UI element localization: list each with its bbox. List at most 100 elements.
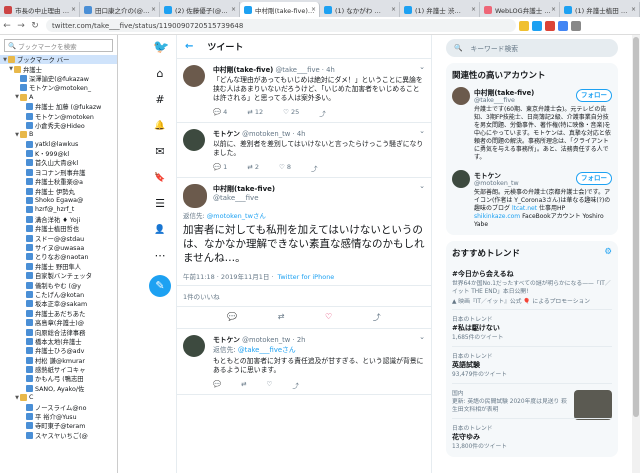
bookmark-item[interactable]: ヨコナン刑事弁護 — [0, 168, 117, 177]
tweet-item[interactable]: モトケン @motoken_tw · 2h ⌄ 返信先: @take___fiv… — [177, 329, 431, 395]
bookmark-item[interactable]: 弁護士 加藤 (@fukazw — [0, 102, 117, 111]
bookmark-item[interactable]: 弁護士 伊勢丸 — [0, 186, 117, 196]
bookmark-item[interactable]: 自家製バンチェッタ — [0, 271, 117, 280]
retweet-button[interactable]: ⇄ 12 — [247, 108, 263, 118]
reply-to-link[interactable]: @take___fiveさん — [238, 346, 296, 354]
extension-icon[interactable] — [532, 20, 542, 31]
bookmark-item[interactable]: サイヌ@uwasaa — [0, 243, 117, 252]
browser-tab[interactable]: 市長の中止理由 … × — [0, 2, 80, 17]
trend-thumbnail[interactable] — [574, 390, 612, 420]
extension-icon[interactable] — [558, 20, 568, 31]
browser-tab[interactable]: WebLOG弁護士 … × — [480, 2, 560, 17]
close-icon[interactable]: × — [471, 6, 476, 13]
forward-icon[interactable]: → — [14, 21, 28, 31]
bookmark-item[interactable]: 村松 謙@kmurar — [0, 356, 117, 365]
avatar[interactable] — [183, 184, 207, 208]
bookmark-item[interactable]: 弁護士 野田隼人 — [0, 262, 117, 271]
extension-icon[interactable] — [545, 20, 555, 31]
share-icon[interactable]: ⤴ — [319, 108, 326, 118]
share-icon[interactable]: ⤴ — [311, 163, 318, 173]
notifications-icon[interactable]: 🔔 — [153, 119, 167, 133]
avatar[interactable] — [183, 129, 205, 151]
scrollbar-thumb[interactable] — [633, 37, 639, 417]
close-icon[interactable]: × — [71, 6, 76, 13]
profile-icon[interactable]: 👤 — [153, 223, 167, 237]
bookmark-item[interactable]: 弁護士ひろ@adv — [0, 346, 117, 355]
chevron-down-icon[interactable]: ⌄ — [419, 127, 425, 135]
reply-icon[interactable]: 💬 — [227, 312, 237, 323]
account-link[interactable]: ltcat.net — [512, 205, 537, 212]
account-item[interactable]: 中村剛(take-five) @take___five フォロー 弁護士です(6… — [452, 87, 612, 162]
bookmark-item[interactable]: モトケン@motoken_ — [0, 83, 117, 92]
gear-icon[interactable]: ⚙ — [604, 247, 612, 259]
close-icon[interactable]: × — [311, 6, 316, 13]
like-button[interactable]: ♡ 8 — [279, 163, 291, 173]
like-button[interactable]: ♡ — [267, 380, 273, 390]
avatar[interactable] — [452, 87, 470, 105]
bookmark-item[interactable]: ノースライム@no — [0, 402, 117, 412]
chevron-down-icon[interactable]: ⌄ — [419, 63, 425, 71]
avatar[interactable] — [183, 335, 205, 357]
bookmark-item[interactable]: hzrf@_hzrf_t — [0, 205, 117, 214]
bookmark-item[interactable]: 首久山大貴@kl — [0, 158, 117, 167]
trend-item[interactable]: 日本のトレンド 英語試験 93,479件のツイート — [452, 346, 612, 383]
browser-tab[interactable]: 田口康之介の(@… × — [80, 2, 160, 17]
bookmark-item[interactable]: かもん弓 (鴨志田 — [0, 374, 117, 383]
bookmarks-icon[interactable]: 🔖 — [153, 171, 167, 185]
reply-button[interactable]: 💬 4 — [213, 108, 227, 118]
back-arrow-icon[interactable]: ← — [185, 41, 193, 52]
share-icon[interactable]: ⤴ — [292, 380, 299, 390]
bookmark-item[interactable]: 深澤諭史(@fukazaw — [0, 74, 117, 83]
trend-item[interactable]: 国内 更新: 英語の民間試験 2020年度は見送り 萩生田文科相が表明 — [452, 383, 612, 420]
author-name[interactable]: 中村剛(take-five) — [213, 185, 275, 193]
like-button[interactable]: ♡ 25 — [283, 108, 299, 118]
close-icon[interactable]: × — [631, 6, 636, 13]
author-name[interactable]: モトケン — [213, 130, 240, 138]
like-icon[interactable]: ♡ — [325, 312, 332, 323]
tweet-item[interactable]: モトケン @motoken_tw · 4h ⌄ 以前に、差別者を差別してはいけな… — [177, 123, 431, 178]
bookmark-item[interactable]: 坂本正幸@sakam — [0, 299, 117, 308]
close-icon[interactable]: × — [551, 6, 556, 13]
retweet-button[interactable]: ⇄ — [241, 380, 246, 390]
tweet-client-link[interactable]: Twitter for iPhone — [278, 273, 335, 281]
share-icon[interactable]: ⤴ — [373, 312, 381, 323]
close-icon[interactable]: × — [391, 6, 396, 13]
avatar[interactable] — [183, 65, 205, 87]
retweet-icon[interactable]: ⇄ — [278, 312, 285, 323]
likes-count-row[interactable]: 1件のいいね — [177, 286, 431, 307]
trend-item[interactable]: 日本のトレンド #私は駆けない 1,685件のツイート — [452, 309, 612, 346]
bookmark-item[interactable]: 橋本太地(弁護士 — [0, 337, 117, 346]
url-field[interactable]: twitter.com/take___five/status/119009072… — [46, 19, 516, 32]
bookmark-item[interactable]: 弁護士あだちあた — [0, 309, 117, 318]
bookmark-item[interactable]: 小倉秀夫@Hideo — [0, 121, 117, 130]
author-name[interactable]: モトケン — [213, 336, 240, 344]
menu-icon[interactable] — [571, 20, 581, 31]
trend-item[interactable]: #今日から会えるね 世界64か国No.1だったすべての謎が明らかになる——「IT／… — [452, 265, 612, 309]
bookmark-item[interactable]: スヤスヤいちご(@ — [0, 431, 117, 440]
bookmark-item[interactable]: 感熱紙サイコキャ — [0, 365, 117, 374]
tweet-time[interactable]: 午前11:18 · 2019年11月1日 · — [183, 273, 274, 281]
back-icon[interactable]: ← — [0, 21, 14, 31]
bookmark-search-input[interactable]: 🔍 ブックマークを検索 — [4, 39, 113, 52]
follow-button[interactable]: フォロー — [576, 172, 612, 185]
bookmark-item[interactable]: K・999@kl — [0, 149, 117, 158]
trend-item[interactable]: 日本のトレンド 花守ゆみ 13,800件のツイート — [452, 418, 612, 455]
browser-tab[interactable]: (1) なかがわ … × — [320, 2, 400, 17]
page-scrollbar[interactable] — [632, 35, 640, 473]
bookmark-item[interactable]: 向原総合法律事務 — [0, 327, 117, 337]
bookmark-item[interactable]: 溝合洋祐 ♦ Yoji — [0, 215, 117, 224]
browser-tab[interactable]: 中村剛(take-five)… × — [240, 2, 320, 17]
reply-to-link[interactable]: @motoken_twさん — [207, 212, 266, 220]
bookmark-folder[interactable]: ▼ A — [0, 93, 117, 102]
bookmark-item[interactable]: 弁護士植田哲也 — [0, 224, 117, 233]
twitter-logo-icon[interactable]: 🐦 — [153, 41, 169, 55]
browser-tab[interactable]: (1) 弁護士植田 … × — [560, 2, 640, 17]
bookmark-folder[interactable]: ▼ B — [0, 130, 117, 139]
tweet-item[interactable]: 中村剛(take-five) @take___five · 4h ⌄ 「どんな理… — [177, 59, 431, 123]
bookmark-item[interactable]: 高島章(弁護士)@ — [0, 318, 117, 327]
bookmark-item[interactable]: スドー@@stdau — [0, 233, 117, 243]
bookmark-folder[interactable]: ▼ 弁護士 — [0, 64, 117, 74]
bookmark-item[interactable]: こたげん@kotan — [0, 290, 117, 299]
bookmark-item[interactable]: とりなお@naotan — [0, 252, 117, 261]
avatar[interactable] — [452, 170, 470, 188]
